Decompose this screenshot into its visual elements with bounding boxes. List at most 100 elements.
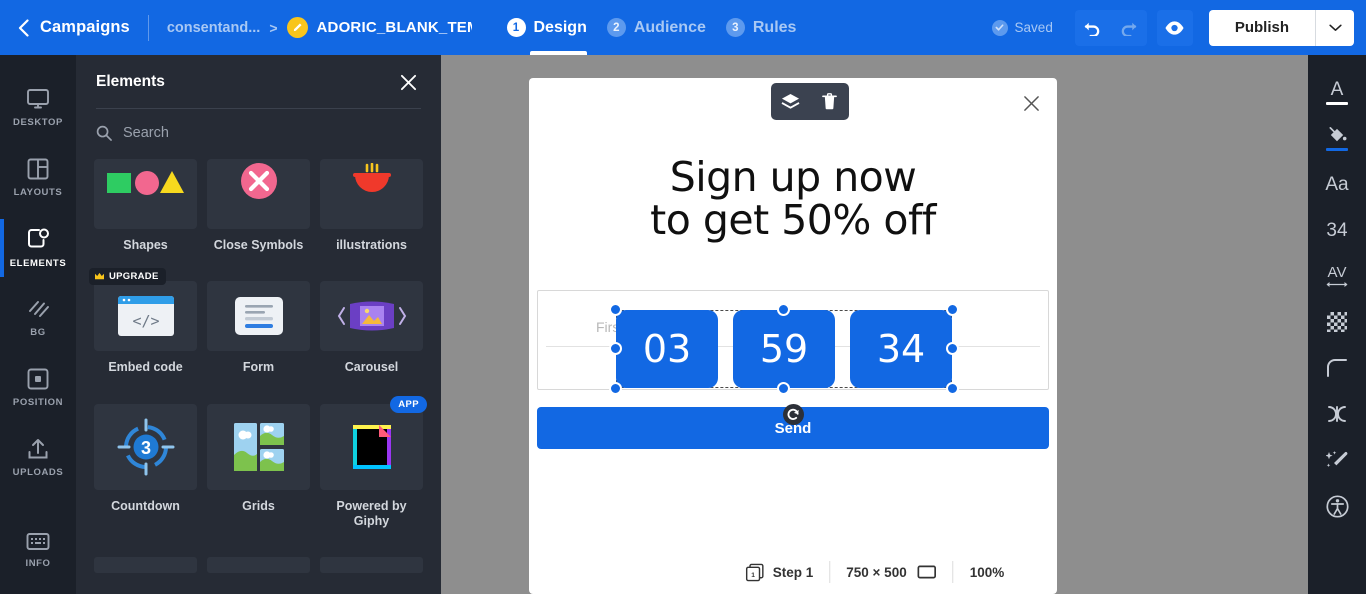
close-icon (400, 74, 417, 90)
headline-line-2: to get 50% off (650, 196, 936, 245)
sidebar-item-elements[interactable]: ELEMENTS (0, 213, 76, 283)
publish-button[interactable]: Publish (1209, 10, 1315, 46)
border-radius-button[interactable] (1308, 345, 1366, 391)
eye-icon (1165, 20, 1184, 35)
opacity-button[interactable] (1308, 299, 1366, 345)
undo-icon (1085, 22, 1100, 36)
sidebar-item-desktop[interactable]: DESKTOP (0, 73, 76, 143)
fill-color-swatch (1326, 147, 1348, 151)
status-step[interactable]: 1 Step 1 (745, 563, 813, 582)
sidebar-item-position[interactable]: POSITION (0, 353, 76, 423)
tab-rules[interactable]: 3 Rules (725, 0, 797, 55)
upgrade-badge: UPGRADE (89, 268, 166, 286)
app-root: Campaigns consentand... > ADORIC_BLANK_T… (0, 0, 1366, 594)
pencil-icon (293, 23, 302, 32)
corner-radius-icon (1327, 359, 1347, 377)
countdown-hours[interactable]: 03 (616, 310, 718, 388)
countdown-seconds[interactable]: 34 (850, 310, 952, 388)
canvas-area[interactable]: Sign up now to get 50% off First name 03… (441, 55, 1308, 594)
redo-button[interactable] (1111, 10, 1147, 46)
status-divider (952, 561, 954, 583)
position-square-icon (27, 368, 49, 390)
undo-button[interactable] (1075, 10, 1111, 46)
resize-handle-bottom-right[interactable] (946, 382, 959, 395)
resize-handle-top-right[interactable] (946, 303, 959, 316)
carousel-icon (320, 281, 423, 352)
layouts-icon (27, 158, 49, 180)
layers-button[interactable] (776, 87, 806, 117)
element-tile-embed-code[interactable]: UPGRADE </> Embed code (89, 268, 197, 381)
rotate-handle[interactable] (783, 404, 804, 425)
countdown-minutes[interactable]: 59 (733, 310, 835, 388)
breadcrumb-campaigns[interactable]: Campaigns (40, 18, 130, 37)
element-tile-form[interactable]: Form (207, 281, 310, 381)
element-label-form: Form (242, 360, 275, 375)
sidebar-item-bg[interactable]: BG (0, 283, 76, 353)
font-size-button[interactable]: 34 (1308, 207, 1366, 253)
resize-handle-top-center[interactable] (777, 303, 790, 316)
fill-color-button[interactable] (1308, 115, 1366, 161)
accessibility-button[interactable] (1308, 483, 1366, 529)
element-tile-illustrations[interactable]: illustrations (320, 159, 423, 259)
popup-headline[interactable]: Sign up now to get 50% off (529, 153, 1057, 245)
resize-handle-middle-left[interactable] (609, 342, 622, 355)
effects-button[interactable] (1308, 437, 1366, 483)
element-tile-shapes[interactable]: Shapes (94, 159, 197, 259)
element-tile-giphy[interactable]: APP Powered by Giphy (320, 395, 427, 536)
resize-handle-middle-right[interactable] (946, 342, 959, 355)
rotate-icon (787, 408, 799, 420)
headline-line-1: Sign up now (669, 153, 917, 201)
element-label-illustrations: illustrations (336, 238, 407, 252)
delete-button[interactable] (815, 87, 845, 117)
countdown-icon: 3 (94, 403, 197, 490)
upgrade-badge-label: UPGRADE (109, 271, 159, 283)
publish-dropdown-button[interactable] (1316, 10, 1354, 46)
countdown-widget[interactable]: 03 59 34 (609, 303, 959, 395)
status-dimensions-label: 750 × 500 (846, 564, 907, 580)
font-family-button[interactable]: Aa (1308, 161, 1366, 207)
element-tile-countdown[interactable]: 3 Countdown (94, 403, 197, 536)
popup-close-button[interactable] (1023, 95, 1040, 112)
right-properties-toolbar: A Aa 34 AV (1308, 55, 1366, 594)
status-dimensions[interactable]: 750 × 500 (846, 564, 937, 580)
tab-design[interactable]: 1 Design (506, 0, 588, 55)
sidebar-item-uploads[interactable]: UPLOADS (0, 423, 76, 493)
close-icon (1024, 96, 1039, 111)
letter-spacing-button[interactable]: AV (1308, 253, 1366, 299)
letter-spacing-label: AV (1327, 263, 1347, 281)
step-tabs: 1 Design 2 Audience 3 Rules (506, 0, 797, 55)
panel-close-button[interactable] (400, 74, 417, 91)
element-tile-grids[interactable]: Grids (207, 403, 310, 536)
breadcrumb-divider (147, 14, 149, 41)
element-tile-carousel[interactable]: Carousel (320, 281, 423, 381)
check-circle-icon (991, 19, 1008, 36)
sidebar-item-info[interactable]: INFO (0, 515, 76, 585)
back-button[interactable] (12, 0, 34, 55)
chevron-down-icon (1328, 24, 1342, 31)
padding-button[interactable] (1308, 391, 1366, 437)
step-number-2: 2 (606, 18, 626, 37)
sidebar-item-layouts[interactable]: LAYOUTS (0, 143, 76, 213)
font-family-label: Aa (1325, 173, 1349, 195)
redo-icon (1122, 22, 1137, 36)
search-input[interactable] (123, 125, 393, 141)
status-zoom[interactable]: 100% (970, 565, 1005, 580)
screen-icon[interactable] (917, 565, 937, 579)
breadcrumb-parent[interactable]: consentand... (167, 20, 260, 36)
breadcrumb-arrow: > (269, 19, 278, 36)
preview-button[interactable] (1156, 9, 1193, 46)
text-color-button[interactable]: A (1308, 69, 1366, 115)
resize-handle-top-left[interactable] (609, 303, 622, 316)
resize-handle-bottom-left[interactable] (609, 382, 622, 395)
element-label-carousel: Carousel (344, 360, 399, 375)
sidebar-label-position: POSITION (12, 397, 64, 408)
tab-audience[interactable]: 2 Audience (606, 0, 706, 55)
popup-canvas[interactable]: Sign up now to get 50% off First name 03… (529, 78, 1057, 594)
step-label-rules: Rules (752, 18, 797, 36)
close-symbols-icon (207, 159, 310, 229)
element-tile-close-symbols[interactable]: Close Symbols (207, 159, 310, 259)
resize-handle-bottom-center[interactable] (777, 382, 790, 395)
publish-group: Publish (1208, 9, 1354, 46)
illustrations-bowl-icon (320, 159, 423, 229)
element-label-giphy: Powered by Giphy (336, 498, 407, 529)
